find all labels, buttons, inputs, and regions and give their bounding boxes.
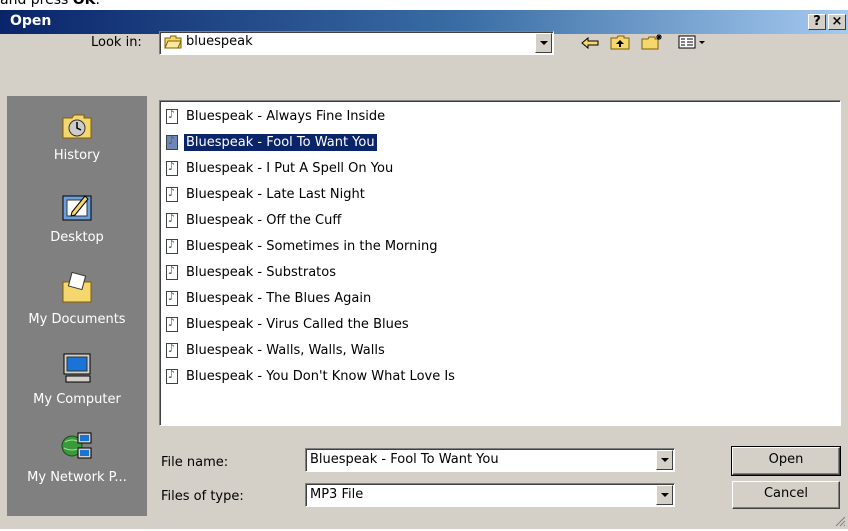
file-list-item-label: Bluespeak - You Don't Know What Love Is: [186, 369, 455, 384]
place-my-documents-label: My Documents: [28, 312, 126, 327]
chevron-down-icon: [661, 493, 669, 497]
file-list-item-label: Bluespeak - Fool To Want You: [183, 133, 378, 152]
file-list-item-label: Bluespeak - Walls, Walls, Walls: [186, 343, 385, 358]
instruction-prefix: and press: [0, 0, 73, 8]
mp3-file-icon: [166, 186, 178, 202]
place-my-documents[interactable]: My Documents: [7, 271, 147, 344]
new-folder-icon[interactable]: [640, 34, 664, 56]
instruction-suffix: .: [95, 0, 100, 8]
mp3-file-icon: [166, 134, 178, 150]
file-list-item-label: Bluespeak - Late Last Night: [186, 187, 365, 202]
file-type-dropdown-button[interactable]: [656, 485, 673, 505]
help-button[interactable]: ?: [808, 14, 826, 30]
mp3-file-icon: [166, 316, 178, 332]
look-in-dropdown-button[interactable]: [535, 33, 552, 53]
instruction-bold: OK: [72, 0, 96, 8]
my-network-places-icon: [60, 430, 94, 462]
mp3-file-icon: [166, 238, 178, 254]
place-my-network-places[interactable]: My Network P...: [7, 430, 147, 502]
view-menu-icon[interactable]: [676, 34, 710, 56]
my-documents-icon: [60, 271, 94, 304]
chevron-down-icon: [540, 41, 548, 45]
mp3-file-icon: [166, 264, 178, 280]
look-in-label: Look in:: [91, 35, 142, 50]
look-in-combo[interactable]: bluespeak: [159, 31, 554, 55]
mp3-file-icon: [166, 212, 178, 228]
file-name-label: File name:: [161, 455, 229, 470]
history-icon: [60, 110, 94, 142]
open-dialog: Open ? × Look in: bluespeak History Desk…: [0, 10, 848, 529]
folder-open-icon: [164, 35, 182, 49]
file-type-value: MP3 File: [310, 487, 364, 502]
file-list[interactable]: Bluespeak - Always Fine Inside Bluespeak …: [159, 100, 841, 426]
place-my-network-places-label: My Network P...: [27, 470, 127, 485]
open-button[interactable]: Open: [731, 446, 841, 476]
dialog-title: Open: [10, 13, 52, 29]
file-list-item-label: Bluespeak - Substratos: [186, 265, 336, 280]
mp3-file-icon: [166, 290, 178, 306]
file-name-dropdown-button[interactable]: [656, 450, 673, 470]
instruction-text: and press OK.: [0, 0, 100, 9]
file-name-combo[interactable]: Bluespeak - Fool To Want You: [305, 448, 675, 472]
file-name-input[interactable]: Bluespeak - Fool To Want You: [310, 452, 499, 467]
look-in-value: bluespeak: [186, 34, 253, 49]
place-desktop[interactable]: Desktop: [7, 190, 147, 262]
file-list-item-label: Bluespeak - Always Fine Inside: [186, 109, 386, 124]
file-type-combo[interactable]: MP3 File: [305, 483, 675, 507]
mp3-file-icon: [166, 108, 178, 124]
places-bar: History Desktop My Documents My Computer…: [7, 96, 147, 516]
close-button[interactable]: ×: [828, 14, 846, 30]
file-list-item-label: Bluespeak - I Put A Spell On You: [186, 161, 394, 176]
mp3-file-icon: [166, 368, 178, 384]
file-list-item-label: Bluespeak - Off the Cuff: [186, 213, 342, 228]
cancel-button[interactable]: Cancel: [732, 481, 840, 509]
mp3-file-icon: [166, 160, 178, 176]
my-computer-icon: [60, 352, 94, 384]
file-list-item-label: Bluespeak - Sometimes in the Morning: [186, 239, 438, 254]
up-folder-icon[interactable]: [608, 34, 632, 56]
place-my-computer[interactable]: My Computer: [7, 352, 147, 424]
desktop-icon: [60, 190, 94, 222]
mp3-file-icon: [166, 342, 178, 358]
place-history-label: History: [53, 148, 101, 163]
file-type-label: Files of type:: [161, 489, 244, 504]
file-list-item-label: Bluespeak - The Blues Again: [186, 291, 372, 306]
place-desktop-label: Desktop: [50, 230, 104, 245]
place-my-computer-label: My Computer: [33, 392, 121, 407]
place-history[interactable]: History: [7, 110, 147, 182]
chevron-down-icon: [661, 458, 669, 462]
resize-grip-icon[interactable]: [834, 515, 846, 527]
back-arrow-icon[interactable]: [578, 34, 602, 56]
file-list-item-label: Bluespeak - Virus Called the Blues: [186, 317, 409, 332]
